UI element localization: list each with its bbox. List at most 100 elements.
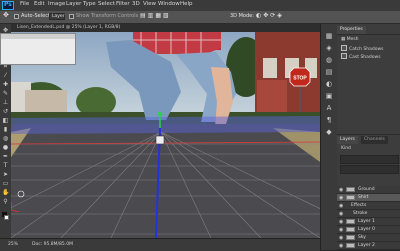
background-color-swatch[interactable] (4, 215, 9, 220)
layer-row[interactable]: ◉ Stroke (337, 210, 400, 218)
opacity-field[interactable] (340, 165, 399, 174)
show-transform-checkbox[interactable] (69, 14, 74, 19)
layer-row[interactable]: ◉ Effects (337, 202, 400, 210)
floating-panel-titlebar[interactable] (1, 34, 75, 39)
history-brush-icon[interactable]: ↺ (2, 109, 9, 115)
window (263, 58, 277, 78)
document-title: Lisen_ExtendedL.psd @ 25% (Layer 1, RGB/… (17, 25, 121, 30)
layer-name: Layer 1 (358, 219, 375, 224)
zoom-level[interactable]: 25% (8, 242, 18, 247)
menu-file[interactable]: File (20, 1, 29, 7)
tab-properties[interactable]: Properties (337, 26, 366, 34)
layer-row[interactable]: ◉ Layer 2 (337, 242, 400, 250)
menu-select[interactable]: Select (98, 1, 115, 7)
catch-shadows-row[interactable]: Catch Shadows (341, 45, 384, 52)
blur-tool-icon[interactable]: ◍ (2, 136, 9, 142)
cast-shadows-label: Cast Shadows (349, 55, 381, 60)
cast-shadows-checkbox[interactable] (341, 53, 347, 59)
type-tool-icon[interactable]: T (2, 163, 9, 169)
visibility-eye-icon[interactable]: ◉ (339, 195, 343, 201)
color-icon[interactable]: ◍ (325, 56, 333, 64)
cast-shadows-row[interactable]: Cast Shadows (341, 53, 381, 60)
path-select-icon[interactable]: ➤ (2, 172, 9, 178)
mesh-label: Mesh (346, 37, 359, 42)
layer-row[interactable]: ◉ Layer 1 (337, 218, 400, 226)
3d-ground-plane (11, 116, 320, 134)
3d-axis-center (155, 135, 165, 145)
menu-3d[interactable]: 3D (132, 1, 140, 7)
layer-thumbnail (346, 187, 355, 192)
healing-brush-icon[interactable]: ✚ (2, 82, 9, 88)
menu-help[interactable]: Help (180, 1, 193, 7)
visibility-eye-icon[interactable]: ◉ (339, 243, 343, 249)
visibility-eye-icon[interactable]: ◉ (339, 235, 343, 241)
layer-name: Ground (358, 187, 375, 192)
layer-thumbnail (346, 235, 355, 240)
tab-layers[interactable]: Layers (337, 136, 358, 144)
document-tab[interactable]: Lisen_ExtendedL.psd @ 25% (Layer 1, RGB/… (11, 24, 320, 32)
panel-icon-strip: ▦ ◈ ◍ ▤ ◐ ▣ A ¶ ◆ (320, 24, 337, 250)
layer-name: Layer 0 (358, 227, 375, 232)
layer-name: Effects (351, 203, 367, 208)
layers-list: ◉ Ground ◉ Shirt ◉ Effects ◉ Stroke ◉ La… (337, 186, 400, 250)
gradient-tool-icon[interactable]: ▮ (2, 127, 9, 133)
options-bar: ✥ Auto-Select: Layer Show Transform Cont… (0, 11, 400, 24)
shape-tool-icon[interactable]: ▭ (2, 181, 9, 187)
3d-mode-icons[interactable]: ◐✥⟳◈ (256, 12, 284, 19)
menu-edit[interactable]: Edit (34, 1, 45, 7)
auto-select-label: Auto-Select: (21, 13, 52, 19)
clone-stamp-icon[interactable]: ⊥ (2, 100, 9, 106)
visibility-eye-icon[interactable]: ◉ (339, 211, 343, 217)
layer-name: Shirt (358, 195, 369, 200)
menu-type[interactable]: Type (83, 1, 96, 7)
layer-thumbnail (346, 227, 355, 232)
floating-3d-panel[interactable] (0, 33, 76, 65)
align-icons[interactable]: ▤▥▦▧ (140, 12, 171, 19)
blend-mode-select[interactable] (340, 155, 399, 164)
visibility-eye-icon[interactable]: ◉ (339, 187, 343, 193)
dodge-tool-icon[interactable]: ● (2, 145, 9, 151)
visibility-eye-icon[interactable]: ◉ (339, 219, 343, 225)
stop-sign-text: STOP (293, 76, 307, 82)
catch-shadows-checkbox[interactable] (341, 45, 347, 51)
layer-row[interactable]: ◉ Shirt (337, 194, 400, 202)
properties-icon[interactable]: ◈ (325, 44, 333, 52)
menu-image[interactable]: Image (48, 1, 65, 7)
visibility-eye-icon[interactable]: ◉ (339, 203, 343, 209)
visibility-eye-icon[interactable]: ◉ (339, 227, 343, 233)
menu-layer[interactable]: Layer (66, 1, 81, 7)
paragraph-icon[interactable]: ¶ (325, 116, 333, 124)
right-panels: Properties ▦ Mesh Catch Shadows Cast Sha… (337, 24, 400, 250)
styles-icon[interactable]: ▣ (325, 92, 333, 100)
swatches-icon[interactable]: ▤ (325, 68, 333, 76)
auto-select-checkbox[interactable] (14, 14, 19, 19)
3d-mode-label: 3D Mode: (230, 13, 254, 19)
eraser-tool-icon[interactable]: ◧ (2, 118, 9, 124)
layer-name: Sky (358, 235, 366, 240)
menu-view[interactable]: View (143, 1, 156, 7)
hand-tool-icon[interactable]: ✋ (2, 190, 9, 196)
tab-channels[interactable]: Channels (361, 136, 388, 144)
move-tool-icon: ✥ (3, 11, 9, 19)
layer-name: Layer 2 (358, 243, 375, 248)
layer-row[interactable]: ◉ Sky (337, 234, 400, 242)
menu-filter[interactable]: Filter (116, 1, 130, 7)
auto-select-value: Layer (52, 14, 65, 19)
brush-tool-icon[interactable]: ✎ (2, 91, 9, 97)
layer-row[interactable]: ◉ Layer 0 (337, 226, 400, 234)
eyedropper-tool-icon[interactable]: ⁄ (2, 73, 9, 79)
layer-name: Stroke (353, 211, 368, 216)
zoom-tool-icon[interactable]: ⚲ (2, 199, 9, 205)
filter-kind-label[interactable]: Kind (341, 146, 351, 151)
layer-thumbnail (346, 219, 355, 224)
menu-window[interactable]: Window (158, 1, 180, 7)
doc-size: Doc: 95.8M/85.0M (32, 242, 73, 247)
history-icon[interactable]: ▦ (325, 32, 333, 40)
pen-tool-icon[interactable]: ✒ (2, 154, 9, 160)
character-icon[interactable]: A (325, 104, 333, 112)
3d-panel-icon[interactable]: ◆ (325, 128, 333, 136)
auto-select-dropdown[interactable]: Layer (49, 13, 65, 20)
layer-thumbnail (346, 195, 355, 200)
adjustments-icon[interactable]: ◐ (325, 80, 333, 88)
layer-row[interactable]: ◉ Ground (337, 186, 400, 194)
